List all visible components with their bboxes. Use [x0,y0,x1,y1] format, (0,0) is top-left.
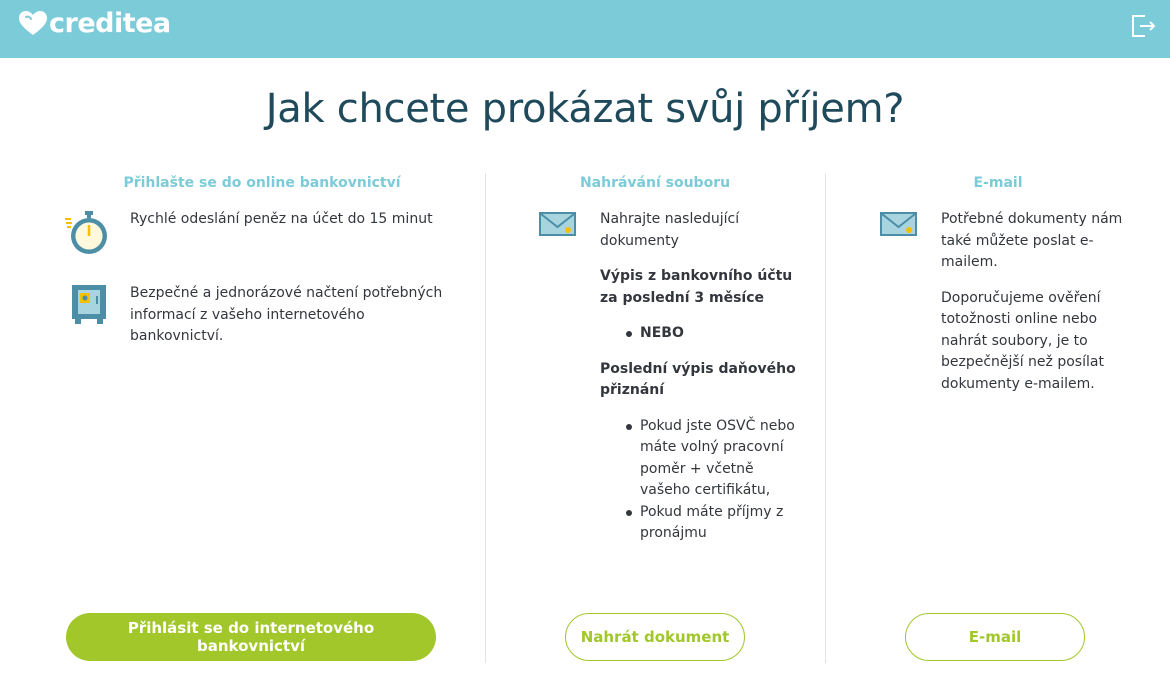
email-text-1: Potřebné dokumenty nám také můžete posla… [941,211,1123,270]
or-separator: NEBO [626,323,800,345]
bank-login-button[interactable]: Přihlásit se do internetového bankovnict… [66,613,436,661]
tax-return-conditions: Pokud jste OSVČ nebo máte volný pracovní… [600,416,800,545]
list-item: Pokud máte příjmy z pronájmu [626,502,800,545]
email-info-text: Potřebné dokumenty nám také můžete posla… [941,209,1136,409]
logout-icon[interactable] [1129,12,1157,40]
feature-fast-transfer-text: Rychlé odeslání peněz na účet do 15 minu… [130,211,433,227]
upload-column-title: Nahrávání souboru [579,175,731,191]
bank-column-title: Přihlašte se do online bankovnictví [123,175,401,191]
doc-tax-return: Poslední výpis daňového přiznání [600,360,796,399]
page-title: Jak chcete prokázat svůj příjem? [265,86,905,132]
email-text-2: Doporučujeme ověření totožnosti online n… [941,289,1104,392]
heart-logo-icon [19,11,47,35]
upload-intro: Nahrajte nasledující dokumenty [600,211,740,249]
feature-fast-transfer: Rychlé odeslání peněz na účet do 15 minu… [64,209,460,261]
safe-icon [70,283,112,329]
or-list: NEBO [600,323,800,345]
brand-name: creditea [49,8,171,39]
feature-secure-load: Bezpečné a jednorázové načtení potřebnýc… [70,283,450,348]
email-column: E-mail Potřebné dokumenty nám také můžet… [825,173,1170,663]
feature-secure-load-text: Bezpečné a jednorázové načtení potřebnýc… [130,285,443,344]
envelope-icon [538,209,580,243]
envelope-icon [879,209,921,243]
top-bar: creditea [0,0,1170,58]
upload-info-text: Nahrajte nasledující dokumenty Výpis z b… [600,209,800,559]
email-button[interactable]: E-mail [905,613,1085,661]
list-item: Pokud jste OSVČ nebo máte volný pracovní… [626,416,800,502]
upload-info: Nahrajte nasledující dokumenty Výpis z b… [538,209,800,559]
upload-document-button[interactable]: Nahrát dokument [565,613,745,661]
bank-login-column: Přihlašte se do online bankovnictví Rych… [40,173,484,663]
stopwatch-icon [64,209,107,261]
doc-bank-statement: Výpis z bankovního účtu za poslední 3 mě… [600,268,793,306]
email-info: Potřebné dokumenty nám také můžete posla… [879,209,1136,409]
email-column-title: E-mail [973,175,1023,191]
upload-column: Nahrávání souboru Nahrajte nasledující d… [485,173,824,663]
creditea-logo[interactable]: creditea [18,9,171,39]
